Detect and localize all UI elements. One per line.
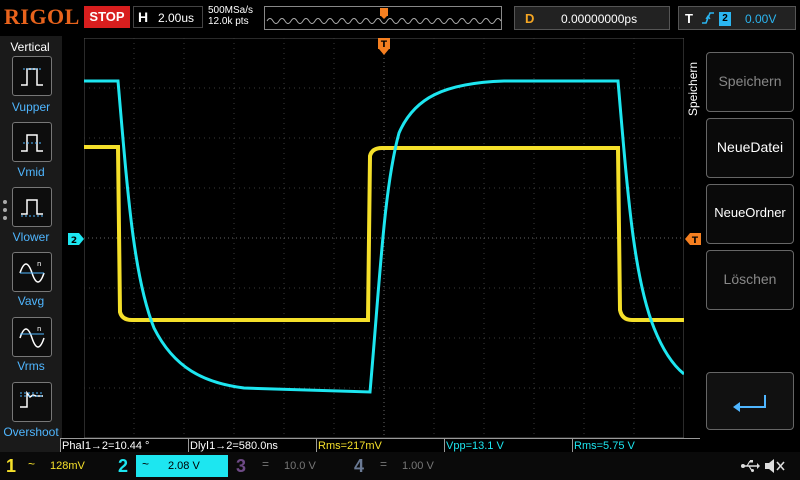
vmid-icon (21, 134, 43, 152)
waveform-display[interactable] (84, 38, 684, 438)
sample-rate: 500MSa/s (208, 5, 254, 16)
vmid-label: Vmid (17, 165, 45, 179)
measurement-ch2-rms[interactable]: Rms=5.75 V (572, 438, 700, 452)
vrms-label: Vrms (17, 359, 45, 373)
measurement-phase[interactable]: PhaⅠ1→2=10.44 ° (60, 438, 188, 452)
ch2-settings[interactable]: ~ 2.08 V (136, 455, 228, 477)
ch1-settings[interactable]: ~ 128mV (22, 455, 102, 477)
trigger-position-bar[interactable] (264, 6, 502, 30)
ch2-number[interactable]: 2 (118, 456, 128, 477)
menu-title: Vertical (10, 40, 50, 54)
timebase-value: 2.00us (158, 11, 195, 25)
dc-coupling-icon: = (380, 457, 388, 471)
horizontal-delay[interactable]: D 0.00000000ps (514, 6, 670, 30)
neue-ordner-button[interactable]: NeueOrdner (706, 184, 794, 244)
measurement-ch2-vpp[interactable]: Vpp=13.1 V (444, 438, 572, 452)
vmid-button[interactable] (12, 122, 52, 162)
run-stop-indicator[interactable]: STOP (84, 6, 130, 28)
ac-coupling-icon: ~ (142, 457, 150, 471)
back-button[interactable] (706, 372, 794, 430)
usb-icon (741, 460, 760, 472)
overshoot-label: Overshoot (3, 425, 59, 439)
overshoot-button[interactable] (12, 382, 52, 422)
measurement-delay[interactable]: DlyⅠ1→2=580.0ns (188, 438, 316, 452)
vrms-button[interactable]: n (12, 317, 52, 357)
memory-depth: 12.0k pts (208, 16, 249, 27)
measurement-bar: PhaⅠ1→2=10.44 ° DlyⅠ1→2=580.0ns Rms=217m… (60, 438, 700, 452)
ch3-settings[interactable]: = 10.0 V (256, 455, 340, 477)
trigger-source: 2 (719, 12, 731, 26)
rigol-logo: RIGOL (4, 4, 80, 29)
horizontal-label: H (138, 9, 149, 25)
rising-edge-icon (702, 12, 714, 24)
svg-text:T: T (381, 40, 388, 50)
ch4-number[interactable]: 4 (354, 456, 364, 477)
vlower-button[interactable] (12, 187, 52, 227)
vrms-icon: n (19, 325, 45, 348)
page-dots-icon (3, 200, 7, 224)
trigger-label: T (685, 11, 693, 26)
vupper-button[interactable] (12, 56, 52, 96)
svg-text:2: 2 (71, 236, 77, 245)
ch1-scale: 128mV (50, 460, 85, 472)
vavg-icon: n (19, 260, 45, 283)
vlower-icon (21, 199, 43, 217)
delay-label: D (525, 11, 535, 26)
speichern-button[interactable]: Speichern (706, 52, 794, 112)
trigger-level: 0.00V (745, 12, 777, 26)
vlower-label: Vlower (12, 230, 50, 244)
vupper-icon (21, 68, 43, 86)
return-arrow-icon (733, 395, 766, 412)
overshoot-icon (20, 390, 44, 408)
sound-muted-icon[interactable] (764, 458, 786, 474)
svg-text:T: T (692, 236, 699, 245)
svg-text:n: n (37, 325, 41, 333)
ch4-settings[interactable]: = 1.00 V (374, 455, 458, 477)
ch2-ground-marker[interactable]: 2 (68, 233, 84, 245)
measurement-ch1-rms[interactable]: Rms=217mV (316, 438, 444, 452)
svg-text:n: n (37, 260, 41, 268)
horizontal-timebase[interactable]: H 2.00us (133, 6, 203, 28)
channel-status-bar: 1 ~ 128mV 2 ~ 2.08 V 3 = 10.0 V 4 = 1.00… (0, 452, 800, 480)
ch3-number[interactable]: 3 (236, 456, 246, 477)
vavg-label: Vavg (17, 294, 45, 308)
trigger-position-marker[interactable]: T (378, 38, 390, 56)
vertical-measure-menu: Vertical Vupper Vmid Vlower n Vavg n Vrm… (0, 36, 62, 456)
neue-datei-button[interactable]: NeueDatei (706, 118, 794, 178)
memory-overview-icon (266, 8, 502, 24)
ch2-scale: 2.08 V (168, 460, 200, 472)
delay-value: 0.00000000ps (561, 12, 638, 26)
vupper-label: Vupper (11, 100, 51, 114)
trigger-level-marker[interactable]: T (685, 233, 701, 245)
dc-coupling-icon: = (262, 457, 270, 471)
ch4-scale: 1.00 V (402, 460, 434, 472)
vavg-button[interactable]: n (12, 252, 52, 292)
ch1-number[interactable]: 1 (6, 456, 16, 477)
save-menu-title: Speichern (686, 61, 700, 116)
ch3-scale: 10.0 V (284, 460, 316, 472)
loeschen-button[interactable]: Löschen (706, 250, 794, 310)
top-status-bar: RIGOL STOP H 2.00us 500MSa/s 12.0k pts D… (0, 0, 800, 36)
trigger-settings[interactable]: T 2 0.00V (678, 6, 796, 30)
ac-coupling-icon: ~ (28, 457, 36, 471)
